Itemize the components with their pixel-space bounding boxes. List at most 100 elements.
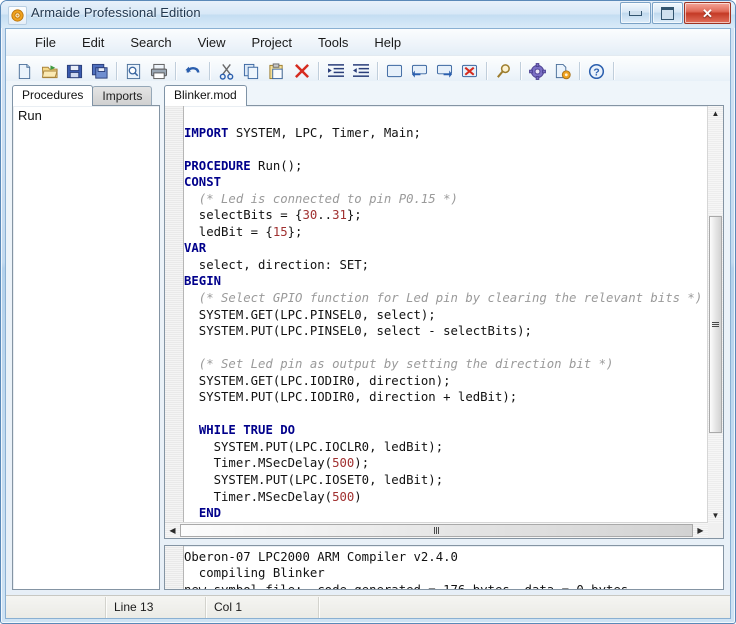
application-window: Armaide Professional Edition ✕ File Edit…: [0, 0, 736, 624]
code-editor[interactable]: IMPORT SYSTEM, LPC, Timer, Main; PROCEDU…: [164, 105, 724, 539]
code-line: Timer.MSecDelay(500): [184, 489, 707, 506]
code-line: PROCEDURE Run();: [184, 158, 707, 175]
toolbar-separator: [486, 62, 487, 80]
tab-procedures[interactable]: Procedures: [12, 85, 93, 106]
client-area: File Edit Search View Project Tools Help: [5, 28, 731, 619]
menu-item-view[interactable]: View: [187, 32, 237, 53]
build-icon[interactable]: [525, 59, 550, 83]
list-item[interactable]: Run: [13, 106, 159, 125]
minimize-icon: [629, 11, 642, 16]
maximize-icon: [661, 7, 674, 20]
window-icon[interactable]: [382, 59, 407, 83]
code-line: BEGIN: [184, 273, 707, 290]
editor-horizontal-scrollbar[interactable]: ◀ ▶: [165, 522, 708, 538]
menu-item-tools[interactable]: Tools: [307, 32, 359, 53]
menu-item-file[interactable]: File: [24, 32, 67, 53]
copy-icon[interactable]: [239, 59, 264, 83]
compile-icon[interactable]: [550, 59, 575, 83]
scroll-right-arrow[interactable]: ▶: [693, 523, 708, 538]
horizontal-scroll-thumb[interactable]: [180, 524, 693, 537]
console-line: compiling Blinker: [184, 565, 719, 581]
code-line: [184, 141, 707, 158]
status-cell-0: [6, 597, 106, 618]
open-folder-icon[interactable]: [37, 59, 62, 83]
toolbar-separator: [377, 62, 378, 80]
code-line: VAR: [184, 240, 707, 257]
procedures-panel: Procedures Imports Run: [12, 85, 160, 590]
code-line: selectBits = {30..31};: [184, 207, 707, 224]
scroll-left-arrow[interactable]: ◀: [165, 523, 180, 538]
scroll-grip-icon: [712, 322, 719, 327]
menu-item-project[interactable]: Project: [241, 32, 303, 53]
close-button[interactable]: ✕: [684, 2, 731, 24]
code-line: END: [184, 505, 707, 522]
code-line: IMPORT SYSTEM, LPC, Timer, Main;: [184, 125, 707, 142]
maximize-button[interactable]: [652, 2, 683, 24]
outdent-icon[interactable]: [348, 59, 373, 83]
status-cell-3: [319, 597, 730, 618]
next-window-icon[interactable]: [432, 59, 457, 83]
minimize-button[interactable]: [620, 2, 651, 24]
code-line: WHILE TRUE DO: [184, 422, 707, 439]
scrollbar-corner: [708, 523, 723, 538]
editor-tabstrip: Blinker.mod: [164, 85, 246, 106]
menu-bar: File Edit Search View Project Tools Help: [6, 29, 730, 56]
status-cell-line: Line 13: [106, 597, 206, 618]
app-gear-emblem-icon: [8, 6, 27, 25]
window-controls: ✕: [620, 2, 731, 24]
code-line: SYSTEM.GET(LPC.IODIR0, direction);: [184, 373, 707, 390]
tab-imports[interactable]: Imports: [92, 86, 152, 106]
menu-item-help[interactable]: Help: [363, 32, 412, 53]
toolbar-separator: [520, 62, 521, 80]
status-cell-col: Col 1: [206, 597, 319, 618]
left-panel-tabstrip: Procedures Imports: [12, 85, 151, 106]
console-line: new symbol file; code generated = 176 by…: [184, 582, 719, 590]
find-icon[interactable]: [491, 59, 516, 83]
toolbar-separator: [318, 62, 319, 80]
delete-icon[interactable]: [289, 59, 314, 83]
toolbar-separator: [579, 62, 580, 80]
code-line: (* Led is connected to pin P0.15 *): [184, 191, 707, 208]
print-preview-icon[interactable]: [121, 59, 146, 83]
save-all-icon[interactable]: [87, 59, 112, 83]
output-console[interactable]: Oberon-07 LPC2000 ARM Compiler v2.4.0 co…: [164, 545, 724, 590]
tab-blinker-mod[interactable]: Blinker.mod: [164, 85, 247, 106]
editor-vertical-scrollbar[interactable]: ▲ ▼: [707, 106, 723, 523]
procedures-list[interactable]: Run: [12, 105, 160, 590]
close-icon: ✕: [702, 7, 713, 20]
menu-item-search[interactable]: Search: [119, 32, 182, 53]
svg-text:?: ?: [593, 67, 599, 78]
indent-icon[interactable]: [323, 59, 348, 83]
console-gutter: [165, 546, 184, 589]
console-text: Oberon-07 LPC2000 ARM Compiler v2.4.0 co…: [184, 549, 719, 590]
print-icon[interactable]: [146, 59, 171, 83]
paste-icon[interactable]: [264, 59, 289, 83]
code-text[interactable]: IMPORT SYSTEM, LPC, Timer, Main; PROCEDU…: [184, 108, 707, 522]
vertical-scroll-thumb[interactable]: [709, 216, 722, 433]
code-line: select, direction: SET;: [184, 257, 707, 274]
scroll-down-arrow[interactable]: ▼: [708, 508, 723, 523]
save-icon[interactable]: [62, 59, 87, 83]
prev-window-icon[interactable]: [407, 59, 432, 83]
editor-area: Blinker.mod IMPORT SYSTEM, LPC, Timer, M…: [164, 85, 724, 590]
menu-item-edit[interactable]: Edit: [71, 32, 115, 53]
toolbar-separator: [116, 62, 117, 80]
toolbar-separator: [175, 62, 176, 80]
code-line: [184, 406, 707, 423]
code-line: CONST: [184, 174, 707, 191]
undo-icon[interactable]: [180, 59, 205, 83]
main-body: Procedures Imports Run Blinker.mod IMPOR…: [6, 81, 730, 596]
cut-icon[interactable]: [214, 59, 239, 83]
editor-gutter: [165, 106, 184, 538]
scroll-grip-icon: [434, 527, 439, 534]
close-window-icon[interactable]: [457, 59, 482, 83]
new-file-icon[interactable]: [12, 59, 37, 83]
code-line: ledBit = {15};: [184, 224, 707, 241]
scroll-up-arrow[interactable]: ▲: [708, 106, 723, 121]
window-title: Armaide Professional Edition: [31, 5, 201, 20]
code-line: (* Set Led pin as output by setting the …: [184, 356, 707, 373]
code-line: SYSTEM.PUT(LPC.IODIR0, direction + ledBi…: [184, 389, 707, 406]
help-icon[interactable]: ?: [584, 59, 609, 83]
code-line: SYSTEM.PUT(LPC.IOCLR0, ledBit);: [184, 439, 707, 456]
code-line: [184, 340, 707, 357]
